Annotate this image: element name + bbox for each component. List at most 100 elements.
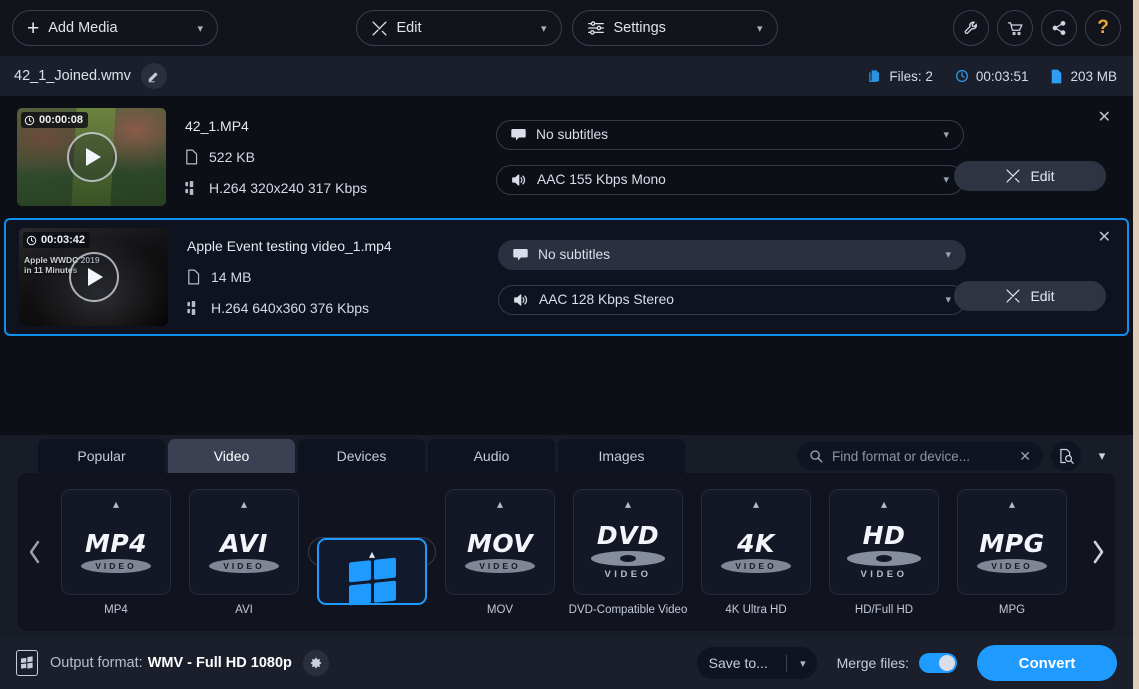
file-videoinfo-row: H.264 320x240 317 Kbps (184, 180, 484, 196)
format-card-label: HD/Full HD (854, 603, 914, 616)
video-thumbnail[interactable]: 00:00:08 (17, 108, 166, 206)
project-name: 42_1_Joined.wmv (14, 68, 131, 84)
file-list-item[interactable]: 00:03:42 Apple WWDC 2019 in 11 Minutes Ap… (4, 218, 1129, 336)
convert-button[interactable]: Convert (977, 645, 1117, 681)
chevron-down-icon[interactable]: ▾ (800, 657, 806, 670)
file-list-item[interactable]: 00:00:08 42_1.MP4 522 KB H.264 320x240 3… (4, 98, 1129, 216)
format-logo (348, 557, 396, 606)
format-logo-video-word: VIDEO (860, 569, 908, 580)
output-settings-button[interactable] (302, 650, 329, 676)
format-card-label: MP4 (104, 603, 128, 616)
play-button[interactable] (68, 252, 119, 302)
share-icon-button[interactable] (1041, 10, 1077, 46)
edit-menu-button[interactable]: Edit ▾ (355, 10, 562, 46)
chevron-down-icon[interactable]: ▾ (943, 173, 949, 186)
tab-label: Video (213, 448, 250, 464)
help-icon-button[interactable]: ? (1085, 10, 1121, 46)
chevron-down-icon[interactable]: ▾ (945, 248, 951, 261)
output-format-label: Output format: (50, 655, 143, 671)
file-list: 00:00:08 42_1.MP4 522 KB H.264 320x240 3… (0, 98, 1133, 336)
format-card-dvd[interactable]: ▴ DVD VIDEO DVD-Compatible Video (564, 488, 692, 616)
windows-icon (348, 557, 396, 606)
scroll-right-button[interactable] (1081, 473, 1115, 631)
play-button[interactable] (66, 132, 117, 182)
clear-search-button[interactable]: ✕ (1019, 448, 1031, 465)
format-card-mov[interactable]: ▴ MOV VIDEO MOV (436, 488, 564, 616)
format-cards: ▴ MP4 VIDEO MP4 ▴ AVI VIDEO AVI ▴ ▴ MOV … (52, 488, 1081, 616)
tab-video[interactable]: Video (168, 439, 295, 473)
tab-devices[interactable]: Devices (298, 439, 425, 473)
tools-icon (371, 20, 388, 37)
edit-file-button[interactable]: Edit (954, 161, 1106, 191)
chevron-down-icon[interactable]: ▾ (945, 293, 951, 306)
cart-icon (1007, 20, 1024, 37)
remove-file-button[interactable]: ✕ (1098, 110, 1111, 126)
chevron-up-icon[interactable]: ▴ (369, 548, 375, 560)
cart-icon-button[interactable] (997, 10, 1033, 46)
tab-audio[interactable]: Audio (428, 439, 555, 473)
disc-icon (847, 551, 921, 566)
save-to-label: Save to... (708, 655, 768, 671)
format-card-mp4[interactable]: ▴ MP4 VIDEO MP4 (52, 488, 180, 616)
audio-dropdown[interactable]: AAC 128 Kbps Stereo ▾ (498, 284, 966, 315)
format-card-avi[interactable]: ▴ AVI VIDEO AVI (180, 488, 308, 616)
chevron-down-icon[interactable]: ▾ (943, 128, 949, 141)
chevron-up-icon[interactable]: ▴ (1009, 498, 1015, 510)
file-icon (186, 269, 201, 285)
footer-bar: Output format: WMV - Full HD 1080p Save … (0, 637, 1133, 689)
format-logo: MPG VIDEO (977, 510, 1047, 594)
file-video-info: H.264 640x360 376 Kbps (211, 300, 370, 316)
format-logo-text: HD (862, 521, 906, 550)
footer-right-group: Save to... ▾ Merge files: Convert (696, 645, 1117, 681)
chevron-up-icon[interactable]: ▴ (497, 498, 503, 510)
format-card-wmv[interactable]: ▴ WMV (308, 537, 436, 606)
chevron-down-icon[interactable]: ▾ (197, 22, 203, 35)
file-title: Apple Event testing video_1.mp4 (187, 238, 392, 254)
rename-project-button[interactable] (140, 63, 167, 89)
merge-files-label: Merge files: (836, 655, 909, 671)
format-card-label: DVD-Compatible Video (568, 603, 688, 616)
format-logo-video-word: VIDEO (209, 558, 279, 573)
files-icon (868, 69, 882, 84)
chevron-up-icon[interactable]: ▴ (625, 498, 631, 510)
format-logo: AVI VIDEO (209, 510, 279, 594)
chevron-up-icon[interactable]: ▴ (113, 498, 119, 510)
merge-files-toggle[interactable] (919, 653, 957, 673)
settings-menu-button[interactable]: Settings ▾ (571, 10, 778, 46)
wrench-icon-button[interactable] (953, 10, 989, 46)
scroll-left-button[interactable] (18, 473, 52, 631)
format-card-label: 4K Ultra HD (725, 603, 787, 616)
format-preview-button[interactable] (1051, 441, 1081, 471)
save-to-button[interactable]: Save to... ▾ (696, 647, 817, 679)
audio-dropdown[interactable]: AAC 155 Kbps Mono ▾ (496, 164, 964, 195)
video-thumbnail[interactable]: 00:03:42 Apple WWDC 2019 in 11 Minutes (19, 228, 168, 326)
file-size-row: 522 KB (184, 149, 484, 165)
chevron-down-icon[interactable]: ▾ (757, 22, 763, 35)
add-media-button[interactable]: + Add Media ▾ (12, 10, 218, 46)
file-size: 14 MB (211, 269, 252, 285)
chevron-up-icon[interactable]: ▴ (241, 498, 247, 510)
remove-file-button[interactable]: ✕ (1098, 230, 1111, 246)
subtitle-icon (513, 248, 528, 262)
tab-label: Popular (77, 448, 126, 464)
collapse-panel-button[interactable]: ▾ (1089, 441, 1115, 471)
chevron-down-icon[interactable]: ▾ (541, 22, 547, 35)
edit-file-button[interactable]: Edit (954, 281, 1106, 311)
chevron-up-icon[interactable]: ▴ (881, 498, 887, 510)
format-card-hd[interactable]: ▴ HD VIDEO HD/Full HD (820, 488, 948, 616)
format-card-mpg[interactable]: ▴ MPG VIDEO MPG (948, 488, 1076, 616)
subtitles-dropdown[interactable]: No subtitles ▾ (496, 119, 964, 150)
chevron-up-icon[interactable]: ▴ (753, 498, 759, 510)
tab-popular[interactable]: Popular (38, 439, 165, 473)
format-card-box: ▴ 4K VIDEO (701, 488, 811, 595)
format-card-box: ▴ HD VIDEO (829, 488, 939, 595)
format-card-box: ▴ (317, 538, 427, 606)
subtitles-dropdown[interactable]: No subtitles ▾ (498, 239, 966, 270)
file-icon (184, 149, 199, 165)
search-input[interactable]: Find format or device... ✕ (797, 442, 1043, 470)
format-card-label: MOV (486, 603, 514, 616)
video-stream-icon (184, 181, 199, 195)
format-card-4k[interactable]: ▴ 4K VIDEO 4K Ultra HD (692, 488, 820, 616)
app-window: + Add Media ▾ Edit ▾ Settings ▾ ? 42_1_J… (0, 0, 1133, 689)
tab-images[interactable]: Images (558, 439, 685, 473)
